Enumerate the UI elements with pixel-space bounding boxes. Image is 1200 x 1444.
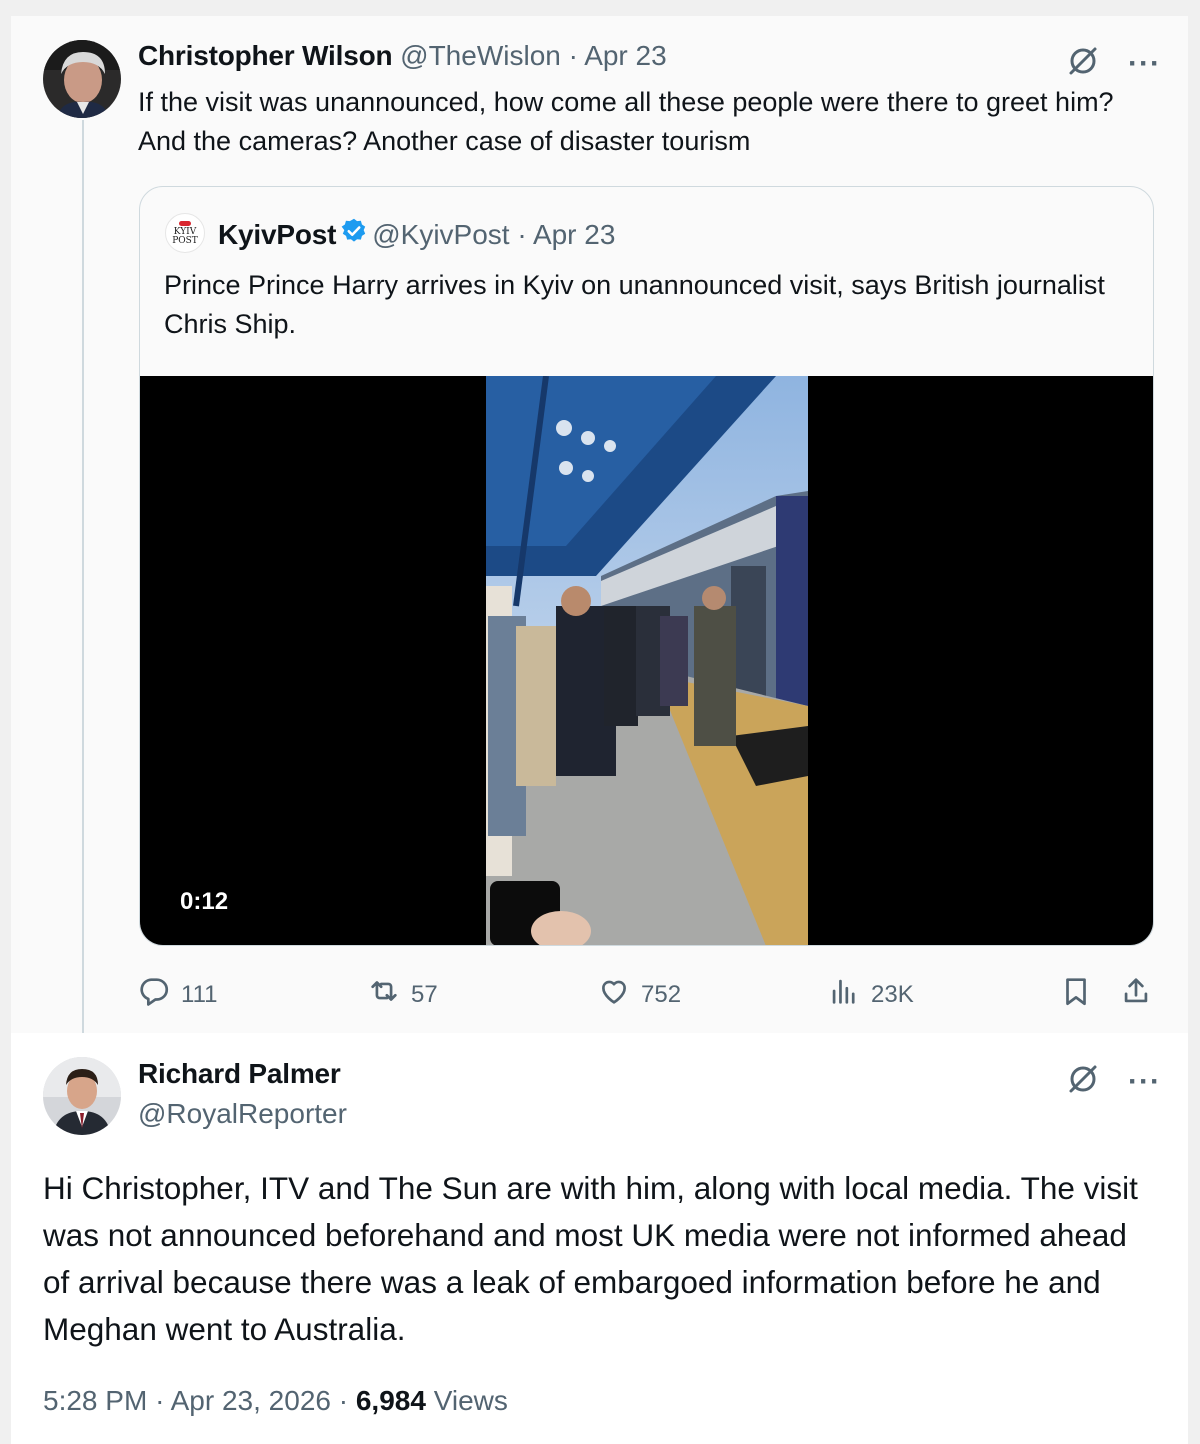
video-duration: 0:12 (180, 888, 229, 915)
tweet-top-actions: ··· (1066, 44, 1161, 83)
reply-view-count: 6,984 (355, 1385, 426, 1416)
like-icon (597, 974, 631, 1015)
repost-icon (367, 974, 401, 1015)
quote-date[interactable]: Apr 23 (533, 219, 616, 250)
reply-time[interactable]: 5:28 PM (43, 1385, 147, 1416)
like-count: 752 (641, 980, 682, 1008)
avatar-christopher-wilson[interactable] (43, 40, 121, 118)
verified-badge-icon (340, 217, 368, 252)
logo-text-post: POST (172, 235, 198, 246)
views-icon (827, 974, 861, 1015)
repost-button[interactable]: 57 (367, 974, 438, 1015)
reply-date[interactable]: Apr 23, 2026 (171, 1385, 331, 1416)
meta-separator: · (155, 1385, 165, 1416)
tweet-text: If the visit was unannounced, how come a… (138, 87, 1114, 156)
logo-dot (179, 220, 191, 226)
video-thumbnail (486, 376, 808, 945)
reply-button[interactable]: 111 (137, 974, 217, 1015)
reply-author-handle[interactable]: @RoyalReporter (138, 1098, 347, 1130)
reply-views-label: Views (433, 1385, 508, 1416)
thread-connector-line (82, 120, 84, 1048)
more-options-icon[interactable]: ··· (1128, 1066, 1161, 1096)
quoted-tweet-card[interactable]: KYIV POST KyivPost @KyivPost · Apr 23 Pri… (139, 186, 1154, 946)
views-count: 23K (871, 980, 914, 1008)
quote-author-handle[interactable]: @KyivPost (372, 219, 509, 250)
grok-icon[interactable] (1066, 44, 1100, 83)
tweet-header: Christopher Wilson @TheWislon · Apr 23 (138, 40, 667, 72)
reply-icon (137, 974, 171, 1015)
kyivpost-logo: KYIV POST (165, 213, 205, 253)
video-player[interactable]: 0:12 (140, 376, 1153, 945)
quote-separator-dot: · (517, 218, 527, 250)
grok-icon[interactable] (1066, 1062, 1100, 1101)
like-button[interactable]: 752 (597, 974, 681, 1015)
quote-text: Prince Prince Harry arrives in Kyiv on u… (164, 270, 1105, 339)
avatar-richard-palmer[interactable] (43, 1057, 121, 1135)
share-icon[interactable] (1119, 974, 1153, 1013)
reply-text: Hi Christopher, ITV and The Sun are with… (43, 1170, 1138, 1347)
author-name[interactable]: Christopher Wilson (138, 40, 393, 71)
reply-meta: 5:28 PM · Apr 23, 2026 · 6,984 Views (43, 1385, 508, 1417)
tweet-date[interactable]: Apr 23 (584, 40, 667, 71)
quote-header: KyivPost @KyivPost · Apr 23 (218, 217, 615, 256)
page-frame-top (0, 0, 1200, 16)
author-handle[interactable]: @TheWislon (400, 40, 561, 71)
quote-author-name[interactable]: KyivPost (218, 219, 336, 250)
separator-dot: · (568, 40, 578, 71)
views-button[interactable]: 23K (827, 974, 914, 1015)
reply-count: 111 (181, 980, 218, 1008)
page-frame-right (1188, 0, 1200, 1444)
reply-author-name[interactable]: Richard Palmer (138, 1058, 341, 1090)
reply-top-actions: ··· (1066, 1062, 1161, 1101)
tweet-action-bar: 111 57 752 23K (137, 970, 1157, 1014)
meta-separator: · (338, 1385, 349, 1416)
repost-count: 57 (411, 980, 438, 1008)
bookmark-icon[interactable] (1059, 974, 1093, 1013)
page-frame-left (0, 0, 11, 1444)
more-options-icon[interactable]: ··· (1128, 48, 1161, 78)
